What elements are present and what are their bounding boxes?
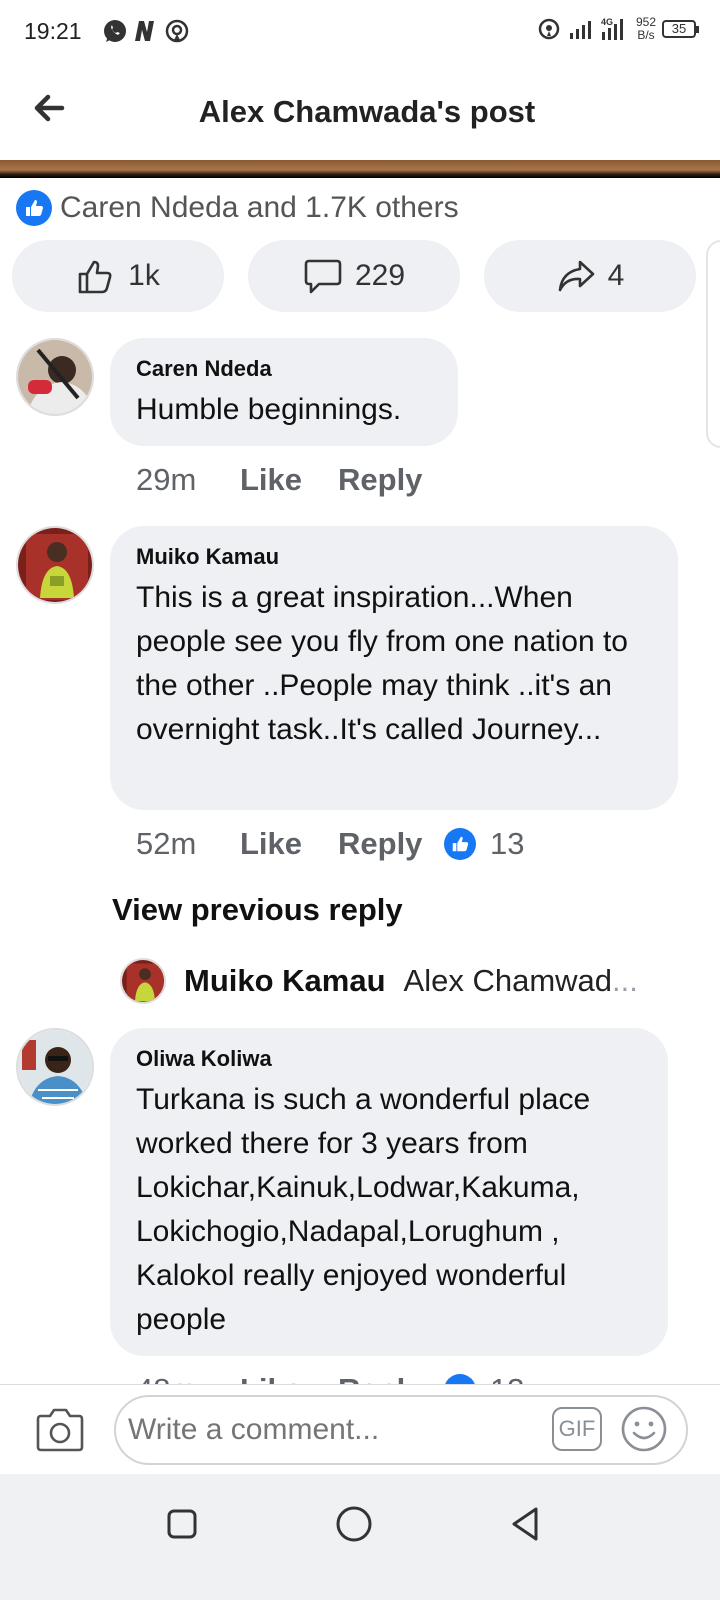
reply-preview[interactable]: Muiko Kamau Alex Chamwad... bbox=[120, 958, 638, 1004]
like-reaction-icon bbox=[16, 190, 52, 226]
reply-author[interactable]: Muiko Kamau bbox=[184, 963, 386, 999]
comment-composer: GIF bbox=[0, 1384, 720, 1474]
comment-bubble-icon bbox=[304, 259, 342, 294]
comment-author[interactable]: Oliwa Koliwa bbox=[136, 1046, 642, 1072]
network-speed: 952 B/s bbox=[636, 16, 656, 42]
comment-time: 48m bbox=[136, 1372, 240, 1384]
comment-reply-button[interactable]: Reply bbox=[338, 1372, 444, 1384]
comment-like-button[interactable]: Like bbox=[240, 462, 338, 498]
page-title: Alex Chamwada's post bbox=[198, 94, 536, 129]
system-indicators: 4G 952 B/s 35 bbox=[536, 16, 699, 42]
net-speed-unit: B/s bbox=[637, 28, 655, 42]
comment-bubble[interactable]: Caren Ndeda Humble beginnings. bbox=[110, 338, 458, 446]
comment-meta: 29m Like Reply bbox=[136, 462, 444, 498]
camera-icon[interactable] bbox=[34, 1407, 86, 1453]
signal-4g-icon: 4G bbox=[601, 17, 623, 40]
like-reaction-icon[interactable] bbox=[444, 1374, 476, 1384]
app-header: Alex Chamwada's post bbox=[0, 64, 720, 160]
share-count: 4 bbox=[607, 259, 625, 292]
avatar[interactable] bbox=[16, 1028, 94, 1106]
status-bar: 19:21 4G 952 B/s 35 bbox=[0, 0, 720, 64]
notification-icons bbox=[102, 18, 190, 44]
comment-meta: 48m Like Reply 13 bbox=[136, 1372, 656, 1384]
side-panel-edge[interactable] bbox=[706, 240, 720, 448]
share-button[interactable]: 4 bbox=[484, 240, 696, 312]
post-photo-edge[interactable] bbox=[0, 160, 720, 178]
comment-input-box[interactable]: GIF bbox=[114, 1395, 688, 1465]
comment-meta-partial: 48m Like Reply 13 bbox=[136, 1370, 656, 1384]
reaction-count: 13 bbox=[490, 1372, 524, 1384]
comment-bubble[interactable]: Muiko Kamau This is a great inspiration.… bbox=[110, 526, 678, 810]
reply-ellipsis: ... bbox=[612, 963, 638, 998]
reactions-summary[interactable]: Caren Ndeda and 1.7K others bbox=[16, 190, 459, 226]
whatsapp-icon bbox=[104, 20, 126, 42]
like-button[interactable]: 1k bbox=[12, 240, 224, 312]
avatar[interactable] bbox=[16, 526, 94, 604]
comment-text: This is a great inspiration...When peopl… bbox=[136, 581, 628, 746]
hotspot-status-icon bbox=[538, 18, 560, 40]
comment-reply-button[interactable]: Reply bbox=[338, 826, 444, 862]
comment-time: 29m bbox=[136, 462, 197, 497]
comment-author[interactable]: Muiko Kamau bbox=[136, 544, 652, 570]
like-reaction-icon[interactable] bbox=[444, 828, 476, 860]
thumbs-up-icon bbox=[78, 260, 112, 294]
comment-meta: 52m Like Reply 13 bbox=[136, 826, 524, 862]
like-count: 1k bbox=[128, 259, 160, 292]
comment-like-button[interactable]: Like bbox=[240, 1372, 338, 1384]
comment-button[interactable]: 229 bbox=[248, 240, 460, 312]
avatar[interactable] bbox=[16, 338, 94, 416]
recents-square-icon[interactable] bbox=[158, 1500, 206, 1548]
back-triangle-icon[interactable] bbox=[502, 1500, 550, 1548]
comment-author[interactable]: Caren Ndeda bbox=[136, 356, 432, 382]
comment-input[interactable] bbox=[128, 1413, 548, 1447]
comment-text: Turkana is such a wonderful place worked… bbox=[136, 1083, 591, 1336]
system-nav-bar bbox=[0, 1474, 720, 1600]
hotspot-icon bbox=[165, 19, 189, 43]
battery-indicator: 35 bbox=[662, 20, 699, 38]
svg-text:4G: 4G bbox=[601, 17, 613, 27]
reply-snippet: Alex Chamwad... bbox=[404, 963, 638, 999]
share-arrow-icon bbox=[558, 260, 594, 292]
comment-time: 52m bbox=[136, 826, 197, 861]
view-previous-reply-link[interactable]: View previous reply bbox=[112, 892, 403, 928]
emoji-icon[interactable] bbox=[620, 1405, 668, 1453]
post-action-row: 1k 229 4 bbox=[12, 240, 720, 312]
news-app-icon bbox=[135, 21, 154, 41]
reaction-count: 13 bbox=[490, 826, 525, 861]
gif-button[interactable]: GIF bbox=[552, 1407, 602, 1451]
comment-count: 229 bbox=[354, 259, 406, 292]
comment-bubble[interactable]: Oliwa Koliwa Turkana is such a wonderful… bbox=[110, 1028, 668, 1356]
comment-reply-button[interactable]: Reply bbox=[338, 462, 444, 498]
comment-text: Humble beginnings. bbox=[136, 393, 402, 426]
status-time: 19:21 bbox=[24, 18, 82, 44]
reply-snippet-text: Alex Chamwad bbox=[403, 963, 613, 998]
home-circle-icon[interactable] bbox=[330, 1500, 378, 1548]
signal-icon bbox=[569, 21, 591, 39]
comment-like-button[interactable]: Like bbox=[240, 826, 338, 862]
reactions-text: Caren Ndeda and 1.7K others bbox=[60, 191, 459, 224]
avatar[interactable] bbox=[120, 958, 166, 1004]
